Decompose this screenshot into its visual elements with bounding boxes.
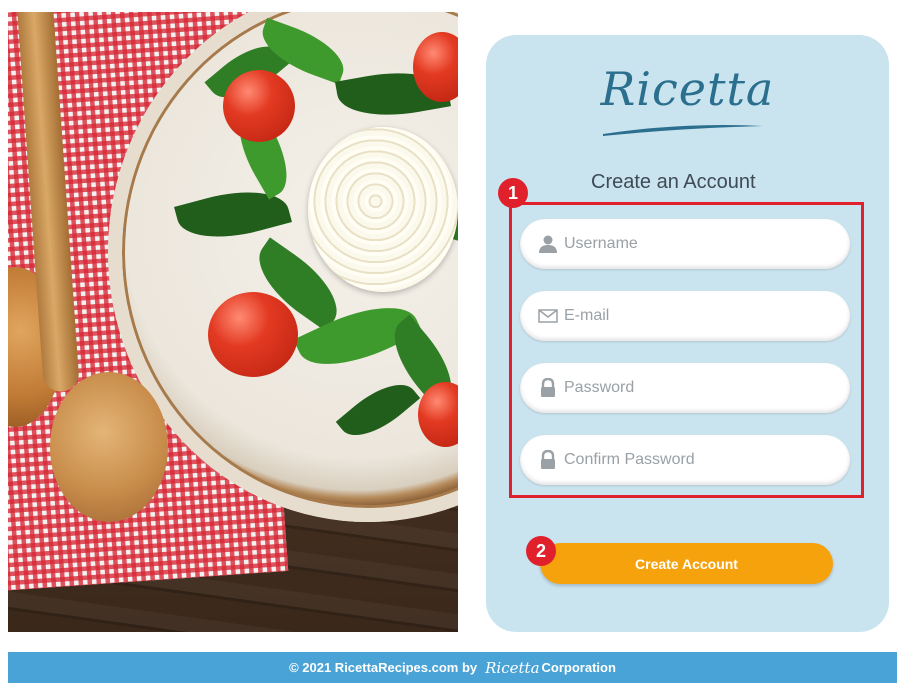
create-account-button[interactable]: Create Account	[540, 543, 833, 584]
logo-swoosh	[603, 125, 763, 136]
brand-logo: Ricetta	[600, 62, 775, 116]
footer-bar: © 2021 RicettaRecipes.com by Ricetta Cor…	[8, 652, 897, 683]
hero-food-photo	[8, 12, 458, 632]
tomato	[208, 292, 298, 377]
wooden-spoon	[50, 372, 168, 522]
annotation-badge-2: 2	[526, 536, 556, 566]
tomato	[223, 70, 295, 142]
annotation-badge-1: 1	[498, 178, 528, 208]
annotation-highlight-box	[509, 202, 864, 498]
footer-copyright: © 2021 RicettaRecipes.com by	[289, 660, 478, 675]
footer-mini-logo: Ricetta	[485, 658, 540, 677]
form-heading: Create an Account	[591, 171, 756, 193]
mozzarella	[308, 127, 458, 292]
footer-company: Corporation	[541, 660, 616, 675]
